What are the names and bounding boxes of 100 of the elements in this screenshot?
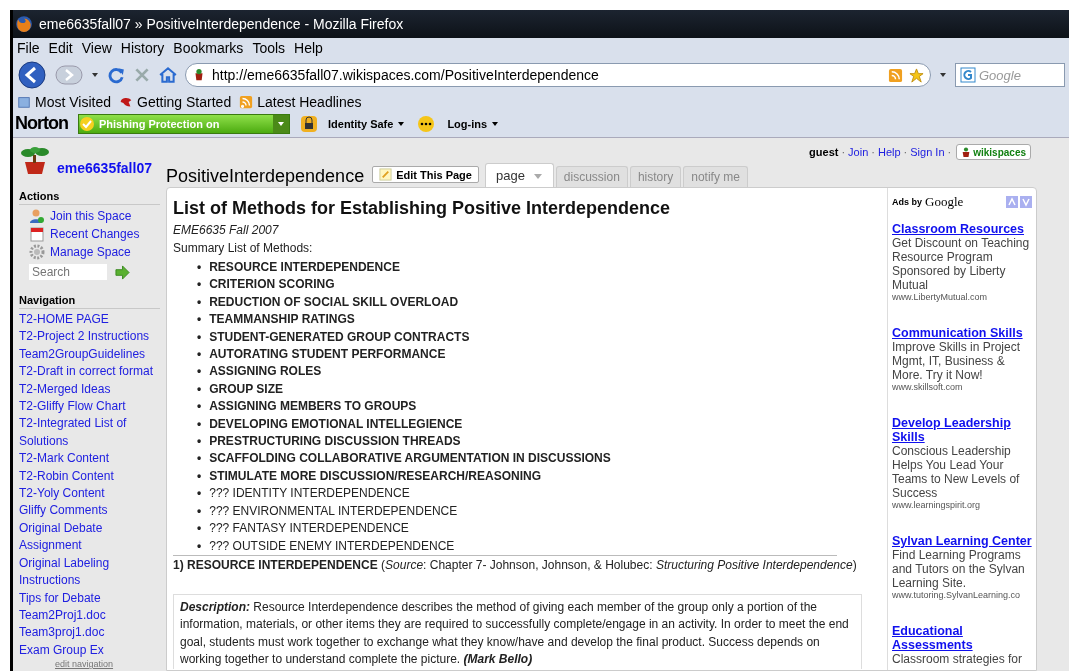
method-item: ??? OUTSIDE ENEMY INTERDEPENDENCE	[209, 537, 455, 555]
method-item: ??? ENVIRONMENTAL INTERDEPENDENCE	[209, 502, 458, 520]
home-icon	[159, 66, 177, 84]
bullet: •	[197, 537, 202, 555]
menu-item[interactable]: Edit	[48, 40, 73, 56]
bullet: •	[197, 433, 202, 451]
ad-title-link[interactable]: Educational Assessments	[892, 624, 1032, 652]
navigation-link[interactable]: Original Debate Assignment	[19, 519, 166, 555]
method-item: PRESTRUCTURING DISCUSSION THREADS	[209, 433, 461, 451]
account-link[interactable]: Help	[877, 146, 901, 158]
menu-item[interactable]: History	[120, 40, 165, 56]
bird-icon	[119, 95, 133, 109]
navigation-link[interactable]: T2-Integrated List of Solutions	[19, 415, 166, 451]
bullet: •	[197, 485, 202, 503]
bookmark[interactable]: Latest Headlines	[239, 94, 362, 110]
identity-safe-menu[interactable]: Identity Safe	[328, 117, 406, 130]
bullet: •	[197, 467, 202, 485]
account-link[interactable]: Sign In	[910, 146, 945, 158]
action-link[interactable]: Recent Changes	[50, 227, 140, 241]
method-item: CRITERION SCORING	[209, 276, 335, 294]
bookmark[interactable]: Getting Started	[119, 94, 232, 110]
method-item: STUDENT-GENERATED GROUP CONTRACTS	[209, 328, 470, 346]
page-title: PositiveInterdependence	[166, 166, 365, 187]
ad-url: www.tutoring.SylvanLearning.co	[892, 590, 1022, 600]
ad-url: www.LibertyMutual.com	[892, 292, 989, 302]
navigation-link[interactable]: Team2GroupGuidelines	[19, 345, 166, 364]
bullet: •	[197, 520, 202, 538]
navigation-link[interactable]: Exam Group Ex	[19, 641, 166, 660]
bonsai-logo-icon	[19, 146, 51, 176]
edit-navigation-link[interactable]: edit navigation	[19, 659, 166, 670]
caret-icon	[532, 171, 543, 180]
navigation-link[interactable]: T2-Gliffy Flow Chart	[19, 398, 166, 416]
actions-heading: Actions	[19, 190, 160, 205]
navigation-link[interactable]: T2-Merged Ideas	[19, 380, 166, 399]
user-icon	[29, 208, 45, 224]
separator: ·	[947, 146, 952, 158]
ad-title-link[interactable]: Develop Leadership Skills	[892, 416, 1032, 444]
search-field[interactable]: Search	[29, 264, 107, 280]
google-label: Google	[925, 194, 964, 210]
navigation-link[interactable]: Original Labeling Instructions	[19, 554, 166, 590]
ad-text: Conscious Leadership Helps You Lead Your Teams to New Levels of Success	[892, 444, 1021, 500]
wikispaces-badge[interactable]: wikispaces	[956, 144, 1031, 160]
ad-url: www.skillsoft.com	[892, 382, 964, 392]
article-subtitle: EME6635 Fall 2007	[173, 223, 280, 237]
norton-logo: Norton	[15, 113, 68, 134]
method-item: ASSIGNING ROLES	[209, 363, 322, 381]
bullet: •	[197, 380, 202, 398]
method-item: GROUP SIZE	[209, 380, 283, 398]
navigation-link[interactable]: T2-HOME PAGE	[19, 311, 166, 329]
account-link[interactable]: Join	[848, 146, 869, 158]
menu-item[interactable]: Tools	[252, 40, 286, 56]
menu-item[interactable]: File	[17, 40, 40, 56]
action-link[interactable]: Join this Space	[50, 209, 132, 223]
address-bar[interactable]: http://eme6635fall07.wikispaces.com/PositiveInterdependence	[185, 63, 931, 87]
stop-icon	[133, 66, 151, 84]
bullet: •	[197, 328, 202, 346]
navigation-link[interactable]: Team3proj1.doc	[19, 624, 166, 642]
navigation-link[interactable]: Tips for Debate	[19, 589, 166, 607]
back-icon	[17, 61, 47, 89]
bullet: •	[197, 363, 202, 381]
bullet: •	[197, 311, 202, 329]
google-icon	[960, 67, 976, 83]
ad-title-link[interactable]: Communication Skills	[892, 326, 1032, 340]
navigation-link[interactable]: T2-Draft in correct format	[19, 363, 166, 381]
navigation-link[interactable]: Team2Proj1.doc	[19, 606, 166, 625]
bullet: •	[197, 415, 202, 433]
method-item: RESOURCE INTERDEPENDENCE	[209, 259, 400, 276]
site-name-link[interactable]: eme6635fall07	[57, 160, 152, 176]
menu-item[interactable]: Help	[294, 40, 323, 56]
ad-title-link[interactable]: Sylvan Learning Center	[892, 534, 1032, 548]
navigation-link[interactable]: T2-Yoly Content	[19, 485, 166, 503]
firefox-icon	[15, 15, 33, 33]
window-title: eme6635fall07 » PositiveInterdependence - Mozilla Firefox	[39, 16, 404, 32]
go-arrow-icon	[115, 264, 130, 280]
separator: ·	[841, 146, 846, 158]
ad-url: www.learningspirit.org	[892, 500, 982, 510]
navigation-link[interactable]: T2-Robin Content	[19, 467, 166, 486]
method-item: DEVELOPING EMOTIONAL INTELLEGIENCE	[209, 415, 463, 433]
navigation-link[interactable]: Gliffy Comments	[19, 502, 166, 520]
bullet: •	[197, 502, 202, 520]
ads-label: Ads by	[892, 197, 922, 207]
navigation-link[interactable]: T2-Project 2 Instructions	[19, 328, 166, 346]
ad-title-link[interactable]: Classroom Resources	[892, 222, 1032, 236]
method-item: TEAMMANSHIP RATINGS	[209, 311, 355, 329]
summary-label: Summary List of Methods:	[173, 241, 314, 255]
ad-text: Find Learning Programs and Tutors on the Sylvan Learning Site.	[892, 548, 1026, 590]
menu-item[interactable]: View	[81, 40, 112, 56]
logins-menu[interactable]: Log-ins	[447, 117, 500, 130]
navigation-heading: Navigation	[19, 294, 160, 309]
article-heading: List of Methods for Establishing Positive Interdependence	[173, 198, 672, 219]
action-link[interactable]: Manage Space	[50, 245, 131, 259]
edit-page-button[interactable]: Edit This Page	[372, 166, 479, 183]
method-item: STIMULATE MORE DISCUSSION/RESEARCH/REASONING	[209, 467, 541, 485]
menu-item[interactable]: Bookmarks	[173, 40, 244, 56]
tab[interactable]: page	[484, 163, 554, 187]
pot-icon	[961, 146, 972, 158]
bullet: •	[197, 346, 202, 364]
method-item: SCAFFOLDING COLLABORATIVE ARGUMENTATION IN DISCUSSIONS	[209, 450, 611, 468]
bookmark[interactable]: Most Visited	[17, 94, 111, 110]
navigation-link[interactable]: T2-Mark Content	[19, 450, 166, 468]
